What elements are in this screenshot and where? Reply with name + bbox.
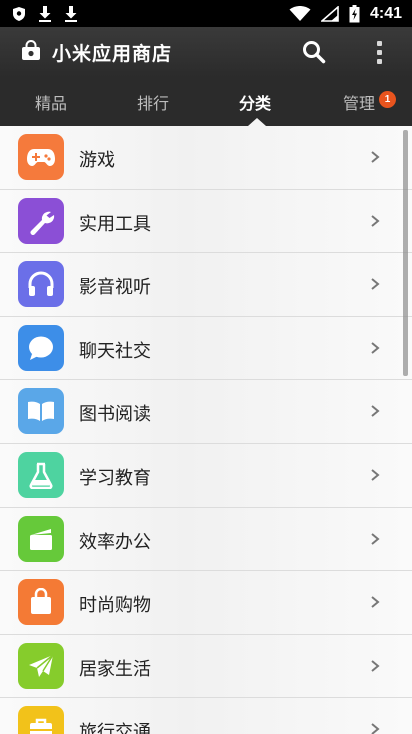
chevron-right-icon xyxy=(371,151,380,163)
chevron-right-icon xyxy=(371,342,380,354)
chevron-right-icon xyxy=(371,660,380,672)
flask-icon xyxy=(18,452,64,498)
active-tab-indicator xyxy=(248,118,266,126)
category-row-office[interactable]: 效率办公 xyxy=(0,508,412,572)
app-title: 小米应用商店 xyxy=(52,43,173,65)
chevron-right-icon xyxy=(371,532,380,545)
category-row-tools[interactable]: 实用工具 xyxy=(0,190,412,254)
chat-bubble-icon xyxy=(18,324,64,371)
category-label: 旅行交通 xyxy=(79,722,151,734)
category-label: 影音视听 xyxy=(79,277,151,299)
chevron-right-icon xyxy=(371,723,380,734)
category-row-shopping[interactable]: 时尚购物 xyxy=(0,571,412,635)
gamepad-icon xyxy=(18,134,64,180)
chevron-right-icon xyxy=(371,405,380,418)
category-row-home[interactable]: 居家生活 xyxy=(0,635,412,699)
category-row-media[interactable]: 影音视听 xyxy=(0,253,412,317)
category-list: 游戏 实用工具 影音视听 聊天社交 图书阅读 学习教育 效率办公 时尚购物 居家… xyxy=(0,126,412,734)
category-label: 图书阅读 xyxy=(79,404,151,426)
manage-badge: 1 xyxy=(379,91,396,108)
paper-plane-icon xyxy=(18,642,64,689)
shopping-bag-logo-icon xyxy=(22,40,40,60)
download-icon xyxy=(39,5,51,22)
headphones-icon xyxy=(18,261,64,308)
tab-ranking[interactable]: 排行 xyxy=(120,77,186,126)
book-icon xyxy=(18,388,64,435)
chevron-right-icon xyxy=(371,596,380,608)
signal-icon xyxy=(320,5,339,22)
folder-icon xyxy=(18,515,64,562)
download-icon xyxy=(65,5,77,22)
suitcase-icon xyxy=(18,706,64,734)
category-label: 游戏 xyxy=(79,150,115,171)
wifi-icon xyxy=(289,5,311,21)
category-row-games[interactable]: 游戏 xyxy=(0,126,412,190)
category-row-books[interactable]: 图书阅读 xyxy=(0,380,412,444)
shopping-bag-icon xyxy=(18,579,64,626)
chevron-right-icon xyxy=(371,469,380,481)
battery-charging-icon xyxy=(349,4,360,22)
category-row-education[interactable]: 学习教育 xyxy=(0,444,412,508)
chevron-right-icon xyxy=(371,278,380,290)
app-header: 小米应用商店 xyxy=(0,27,412,77)
shield-icon xyxy=(13,6,25,21)
category-row-travel[interactable]: 旅行交通 xyxy=(0,698,412,734)
status-time: 4:41 xyxy=(369,4,402,22)
category-label: 居家生活 xyxy=(79,658,151,680)
category-label: 时尚购物 xyxy=(79,595,151,617)
chevron-right-icon xyxy=(371,214,380,227)
category-row-social[interactable]: 聊天社交 xyxy=(0,317,412,381)
category-label: 效率办公 xyxy=(79,531,151,553)
status-bar: 4:41 xyxy=(0,0,412,27)
scrollbar[interactable] xyxy=(403,130,408,376)
category-label: 聊天社交 xyxy=(79,340,151,362)
search-icon[interactable] xyxy=(300,38,328,66)
category-label: 学习教育 xyxy=(79,468,151,489)
tab-featured[interactable]: 精品 xyxy=(18,77,84,126)
wrench-icon xyxy=(18,197,64,244)
tab-bar: 精品 排行 分类 管理 1 xyxy=(0,77,412,126)
more-options-icon[interactable] xyxy=(368,38,390,66)
category-label: 实用工具 xyxy=(79,213,151,235)
